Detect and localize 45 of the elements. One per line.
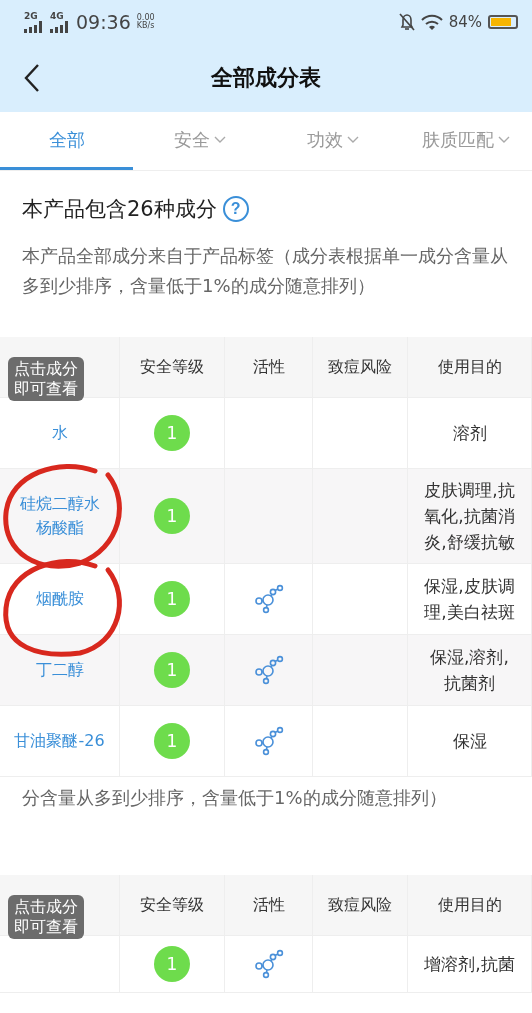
tooltip-text: 点击成分 bbox=[14, 897, 78, 917]
tooltip-text: 点击成分 bbox=[14, 359, 78, 379]
description: 本产品全部成分来自于产品标签（成分表根据单一成分含量从多到少排序，含量低于1%的成分随意排列） bbox=[22, 244, 509, 298]
network-label: 4G bbox=[50, 11, 64, 21]
ingredient-link[interactable]: 烟酰胺 bbox=[21, 587, 98, 611]
ingredient-link[interactable]: 丁二醇 bbox=[21, 658, 98, 682]
column-header: 安全等级 bbox=[140, 356, 204, 378]
column-header: 使用目的 bbox=[437, 356, 502, 378]
wifi-icon bbox=[420, 14, 443, 30]
tooltip-text: 即可查看 bbox=[14, 917, 78, 937]
ingredient-count: 本产品包含26种成分 bbox=[22, 196, 217, 223]
ingredient-link[interactable]: 硅烷二醇水杨酸酯 bbox=[0, 492, 119, 540]
ingredient-link[interactable]: 水 bbox=[37, 421, 82, 445]
safety-level-badge: 1 bbox=[154, 652, 190, 688]
ingredient-link[interactable]: 甘油聚醚-26 bbox=[0, 729, 119, 753]
page-title: 全部成分表 bbox=[210, 64, 322, 92]
column-header: 使用目的 bbox=[437, 894, 502, 916]
signal-icon bbox=[24, 20, 44, 33]
safety-level-badge: 1 bbox=[154, 581, 190, 617]
speed-unit: KB/s bbox=[136, 22, 155, 30]
tooltip-text: 即可查看 bbox=[14, 379, 78, 399]
safety-level-badge: 1 bbox=[154, 415, 190, 451]
safety-level-badge: 1 bbox=[154, 498, 190, 534]
description: 分含量从多到少排序，含量低于1%的成分随意排列） bbox=[21, 786, 448, 810]
usage-purpose: 保湿,溶剂,抗菌剂 bbox=[429, 646, 510, 695]
safety-level-badge: 1 bbox=[154, 723, 190, 759]
safety-level-badge: 1 bbox=[154, 946, 190, 982]
clock-time: 09:36 bbox=[76, 11, 131, 33]
usage-purpose: 保湿 bbox=[451, 730, 488, 753]
column-header: 安全等级 bbox=[140, 894, 204, 916]
usage-purpose: 皮肤调理,抗氧化,抗菌消炎,舒缓抗敏 bbox=[423, 479, 516, 554]
usage-purpose: 保湿,皮肤调理,美白祛斑 bbox=[423, 575, 516, 624]
battery-icon bbox=[488, 15, 518, 29]
usage-purpose: 增溶剂,抗菌 bbox=[424, 953, 515, 976]
usage-purpose: 溶剂 bbox=[451, 422, 488, 445]
network-label: 2G bbox=[24, 11, 38, 21]
signal-icon bbox=[50, 20, 70, 33]
help-button[interactable]: ? bbox=[222, 196, 249, 222]
column-header: 致痘风险 bbox=[328, 356, 392, 378]
bell-muted-icon bbox=[398, 13, 415, 31]
column-header: 致痘风险 bbox=[328, 894, 392, 916]
column-header: 活性 bbox=[252, 894, 285, 916]
speed-value: 0.00 bbox=[136, 14, 155, 22]
column-header: 活性 bbox=[252, 356, 285, 378]
battery-percent: 84% bbox=[448, 13, 482, 31]
